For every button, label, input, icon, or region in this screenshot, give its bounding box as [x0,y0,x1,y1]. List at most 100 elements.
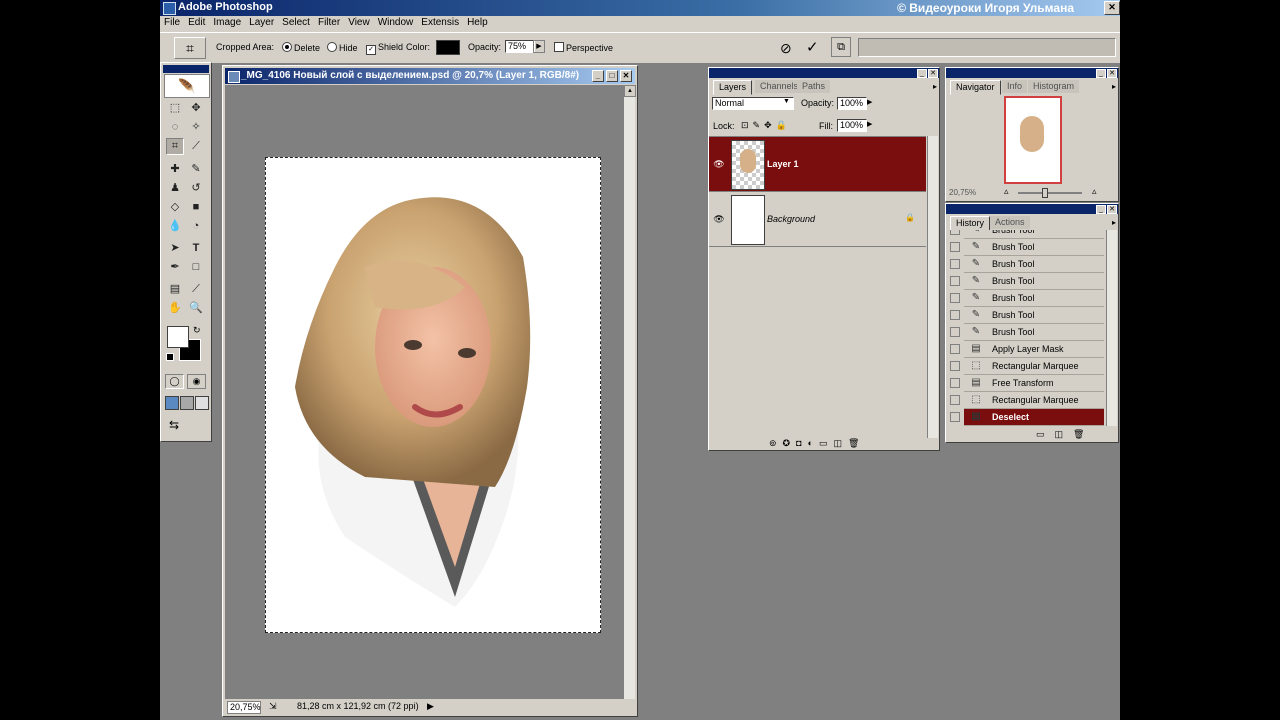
gradient-tool-icon[interactable]: ■ [187,199,205,216]
jump-to-imageready-icon[interactable]: ⇆ [169,418,179,432]
navigator-preview[interactable] [1004,96,1062,184]
zoom-out-icon[interactable]: ▵ [1004,186,1009,197]
eye-icon[interactable]: 👁 [713,214,725,224]
history-snapshot-checkbox[interactable] [950,344,960,354]
history-action-icons[interactable]: ▭◫🗑 [1036,429,1094,440]
tab-history[interactable]: History [950,216,991,231]
menu-extensis[interactable]: Extensis [417,16,463,28]
history-item[interactable]: ✎ Brush Tool [950,230,1104,239]
panel-close-icon[interactable]: ✕ [1107,69,1117,78]
feather-logo-icon[interactable]: 🪶 [164,74,210,98]
history-snapshot-checkbox[interactable] [950,259,960,269]
history-item[interactable]: ✎ Brush Tool [950,256,1104,273]
blur-tool-icon[interactable]: 💧 [166,218,184,235]
history-snapshot-checkbox[interactable] [950,242,960,252]
panel-menu-icon[interactable]: ▸ [1112,218,1116,227]
document-title-bar[interactable]: _MG_4106 Новый слой с выделением.psd @ 2… [225,68,635,84]
history-snapshot-checkbox[interactable] [950,378,960,388]
screen-mode-full-menu-icon[interactable] [180,396,194,410]
panel-close-icon[interactable]: ✕ [1107,205,1117,214]
screen-mode-standard-icon[interactable] [165,396,179,410]
layers-panel-header[interactable]: _ ✕ [709,68,939,78]
layer-row-layer-1[interactable]: 👁 Layer 1 [709,137,926,192]
navigator-panel-header[interactable]: _ ✕ [946,68,1118,78]
healing-brush-icon[interactable]: ✚ [166,161,184,178]
history-item[interactable]: ▤ Free Transform [950,375,1104,392]
tab-histogram[interactable]: Histogram [1028,80,1080,93]
history-brush-icon[interactable]: ↺ [187,180,205,197]
history-panel-header[interactable]: _ ✕ [946,204,1118,214]
screen-mode-full-icon[interactable] [195,396,209,410]
hide-radio[interactable]: Hide [327,42,358,53]
menu-help[interactable]: Help [463,16,492,28]
panel-minimize-icon[interactable]: _ [917,69,927,78]
opacity-arrow-icon[interactable]: ▶ [533,40,545,53]
tab-info[interactable]: Info [1002,80,1028,93]
zoom-tool-icon[interactable]: 🔍 [187,300,205,317]
zoom-in-icon[interactable]: ▵ [1092,186,1097,197]
history-snapshot-checkbox[interactable] [950,327,960,337]
history-snapshot-checkbox[interactable] [950,310,960,320]
menu-layer[interactable]: Layer [245,16,278,28]
quick-mask-icon[interactable]: ◉ [187,374,206,389]
maximize-icon[interactable]: □ [606,70,618,82]
hand-tool-icon[interactable]: ✋ [166,300,184,317]
eye-icon[interactable]: 👁 [713,159,725,169]
history-snapshot-checkbox[interactable] [950,276,960,286]
zoom-slider[interactable] [1018,192,1082,194]
shape-tool-icon[interactable]: □ [187,259,205,276]
crop-selection-marquee[interactable] [265,157,601,633]
history-snapshot-checkbox[interactable] [950,395,960,405]
navigator-zoom[interactable]: 20,75% [949,188,976,197]
layer-row-background[interactable]: 👁 Background 🔒 [709,192,926,247]
history-item[interactable]: ✎ Brush Tool [950,307,1104,324]
layer-opacity-field[interactable]: 100% [837,97,867,110]
history-item[interactable]: ✎ Brush Tool [950,324,1104,341]
history-snapshot-checkbox[interactable] [950,361,960,371]
vertical-scrollbar[interactable]: ▲ [624,85,636,699]
history-scrollbar[interactable] [1106,230,1117,426]
close-app-icon[interactable]: ✕ [1104,1,1120,15]
standard-mode-icon[interactable]: ◯ [165,374,184,389]
move-tool-icon[interactable]: ✥ [187,100,205,117]
menu-edit[interactable]: Edit [184,16,209,28]
history-snapshot-checkbox[interactable] [950,412,960,422]
commit-icon[interactable]: ✓ [806,38,819,56]
perspective-checkbox[interactable]: Perspective [554,42,613,53]
menu-filter[interactable]: Filter [314,16,344,28]
dodge-tool-icon[interactable]: ◔ [187,218,205,235]
history-item[interactable]: ⬚ Rectangular Marquee [950,358,1104,375]
document-zoom-field[interactable]: 20,75% [227,701,261,714]
history-item[interactable]: ▤ Apply Layer Mask [950,341,1104,358]
type-tool-icon[interactable]: T [187,240,205,257]
tab-paths[interactable]: Paths [797,80,831,93]
marquee-tool-icon[interactable]: ⬚ [166,100,184,117]
default-colors-icon[interactable] [166,353,174,361]
brush-tool-icon[interactable]: ✎ [187,161,205,178]
layer-action-icons[interactable]: ⊚✪◘◐▭◫🗑 [769,438,865,449]
history-item[interactable]: ✎ Brush Tool [950,273,1104,290]
eyedropper-icon[interactable]: ⟋ [187,281,205,298]
slice-tool-icon[interactable]: ⟋ [187,138,205,155]
tab-channels[interactable]: Channels [755,80,804,93]
shield-color-swatch[interactable] [436,40,460,55]
menu-window[interactable]: Window [374,16,418,28]
history-snapshot-checkbox[interactable] [950,230,960,235]
fill-field[interactable]: 100% [837,119,867,132]
opacity-slider-icon[interactable]: ▶ [867,98,872,106]
tab-navigator[interactable]: Navigator [950,80,1001,95]
status-menu-icon[interactable]: ⇲ [269,701,277,712]
delete-radio[interactable]: Delete [282,42,320,53]
path-selection-icon[interactable]: ➤ [166,240,184,257]
history-item[interactable]: ✎ Brush Tool [950,239,1104,256]
pen-tool-icon[interactable]: ✒ [166,259,184,276]
shield-checkbox[interactable]: ✓ Shield [366,42,403,55]
foreground-color-front[interactable] [167,326,189,348]
menu-select[interactable]: Select [278,16,314,28]
magic-wand-icon[interactable]: ✧ [187,119,205,136]
menu-view[interactable]: View [344,16,374,28]
panel-minimize-icon[interactable]: _ [1096,205,1106,214]
history-snapshot-checkbox[interactable] [950,293,960,303]
chevron-down-icon[interactable]: ▼ [783,98,790,105]
scroll-up-icon[interactable]: ▲ [624,85,636,97]
